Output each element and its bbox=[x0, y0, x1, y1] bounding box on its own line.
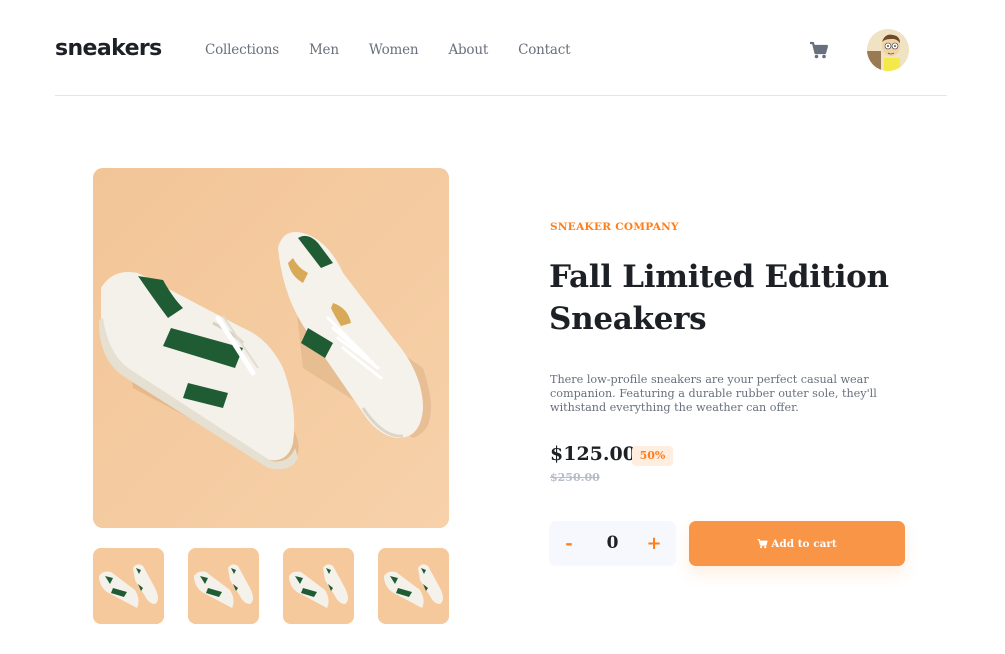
product-title: Fall Limited Edition Sneakers bbox=[549, 259, 889, 337]
product-description: There low-profile sneakers are your perf… bbox=[550, 373, 877, 414]
user-avatar[interactable] bbox=[867, 29, 909, 71]
decrease-quantity-button[interactable]: - bbox=[549, 521, 589, 566]
nav-collections[interactable]: Collections bbox=[205, 42, 279, 58]
thumbnail-2[interactable] bbox=[188, 548, 259, 624]
logo[interactable]: sneakers bbox=[55, 36, 162, 61]
cart-icon bbox=[757, 534, 768, 553]
thumbnail-3[interactable] bbox=[283, 548, 354, 624]
company-label: SNEAKER COMPANY bbox=[550, 221, 679, 233]
increase-quantity-button[interactable]: + bbox=[634, 521, 674, 566]
nav-contact[interactable]: Contact bbox=[518, 42, 570, 58]
thumbnail-1[interactable] bbox=[93, 548, 164, 624]
cart-icon[interactable] bbox=[809, 40, 829, 60]
quantity-stepper: - 0 + bbox=[549, 521, 676, 566]
add-to-cart-label: Add to cart bbox=[771, 537, 837, 550]
original-price: $250.00 bbox=[550, 471, 600, 484]
current-price: $125.00 bbox=[550, 443, 636, 465]
add-to-cart-button[interactable]: Add to cart bbox=[689, 521, 905, 566]
nav-men[interactable]: Men bbox=[309, 42, 339, 58]
nav-women[interactable]: Women bbox=[369, 42, 419, 58]
discount-badge: 50% bbox=[632, 446, 673, 466]
thumbnail-4[interactable] bbox=[378, 548, 449, 624]
nav-about[interactable]: About bbox=[448, 42, 488, 58]
site-header: sneakers Collections Men Women About Con… bbox=[55, 0, 947, 96]
quantity-value: 0 bbox=[606, 533, 619, 553]
main-nav: Collections Men Women About Contact bbox=[205, 42, 600, 58]
product-main-image[interactable] bbox=[93, 168, 449, 528]
